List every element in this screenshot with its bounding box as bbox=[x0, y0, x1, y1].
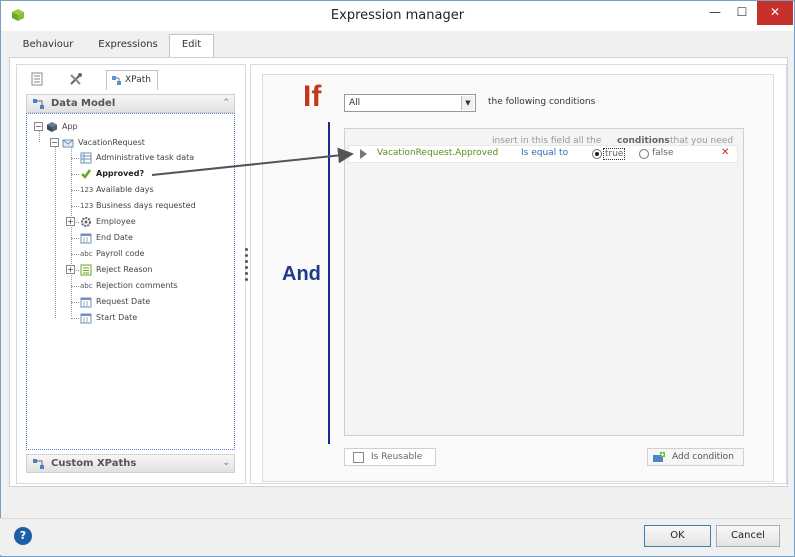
tree-item-label: Start Date bbox=[96, 313, 138, 322]
calendar-icon bbox=[80, 233, 92, 243]
tree-item-reject-reason[interactable]: Reject Reason bbox=[80, 263, 153, 277]
is-reusable-label: Is Reusable bbox=[371, 452, 423, 462]
dropdown-arrow-icon[interactable]: ▼ bbox=[461, 96, 474, 110]
tree-item-employee[interactable]: Employee bbox=[80, 215, 136, 229]
close-button[interactable]: ✕ bbox=[757, 1, 793, 25]
title-bar: Expression manager — ☐ ✕ bbox=[1, 1, 794, 31]
tree-item-rejection-comments[interactable]: abc Rejection comments bbox=[80, 279, 178, 293]
condition-operator[interactable]: Is equal to bbox=[521, 148, 568, 158]
add-condition-icon bbox=[653, 452, 665, 462]
remove-condition-icon[interactable]: ✕ bbox=[721, 147, 729, 158]
document-icon[interactable] bbox=[30, 70, 44, 88]
if-label: If bbox=[303, 80, 322, 113]
type-123-icon: 123 bbox=[80, 202, 94, 210]
tree-expander-vacationrequest[interactable]: − bbox=[50, 138, 59, 147]
minimize-button[interactable]: — bbox=[700, 1, 730, 25]
tree-item-label: Reject Reason bbox=[96, 265, 153, 274]
checkbox-box[interactable] bbox=[353, 452, 364, 463]
tree-expander-employee[interactable]: + bbox=[66, 217, 75, 226]
tree-item-label: Payroll code bbox=[96, 249, 145, 258]
tools-icon[interactable] bbox=[68, 70, 84, 88]
grid-icon bbox=[80, 152, 92, 163]
calendar-icon bbox=[80, 297, 92, 307]
tree-item-label: Administrative task data bbox=[96, 153, 195, 162]
tree-expander-app[interactable]: − bbox=[34, 122, 43, 131]
gear-icon bbox=[81, 216, 91, 227]
list-icon bbox=[80, 264, 92, 275]
cube-icon bbox=[47, 121, 57, 132]
tab-expressions[interactable]: Expressions bbox=[93, 35, 163, 57]
custom-xpaths-label: Custom XPaths bbox=[51, 458, 137, 469]
data-model-label: Data Model bbox=[51, 98, 116, 109]
condition-field[interactable]: VacationRequest.Approved bbox=[377, 148, 498, 158]
envelope-icon bbox=[62, 139, 74, 147]
tree-item-payroll-code[interactable]: abc Payroll code bbox=[80, 247, 144, 261]
tree-item-label: Request Date bbox=[96, 297, 151, 306]
xpath-tab-label: XPath bbox=[125, 75, 151, 85]
tree-item-administrative-task-data[interactable]: Administrative task data bbox=[80, 151, 194, 165]
collapse-chevron-icon[interactable]: ⌃ bbox=[222, 95, 230, 112]
tree-item-label: Business days requested bbox=[96, 201, 196, 210]
custom-xpaths-header[interactable]: Custom XPaths ⌄ bbox=[26, 454, 235, 473]
tree-expander-reject-reason[interactable]: + bbox=[66, 265, 75, 274]
tree-item-approved[interactable]: Approved? bbox=[80, 167, 144, 181]
tree-item-request-date[interactable]: Request Date bbox=[80, 295, 150, 309]
conditions-drop-area[interactable] bbox=[344, 128, 744, 436]
false-radio[interactable] bbox=[639, 149, 649, 159]
match-type-select[interactable]: All ▼ bbox=[344, 94, 476, 112]
tree-item-app[interactable]: App bbox=[46, 120, 78, 134]
data-model-header[interactable]: Data Model ⌃ bbox=[26, 94, 235, 113]
ok-button[interactable]: OK bbox=[644, 525, 711, 547]
type-123-icon: 123 bbox=[80, 186, 94, 194]
help-icon[interactable]: ? bbox=[14, 527, 32, 545]
tab-strip: Behaviour Expressions Edit bbox=[1, 31, 794, 58]
check-icon bbox=[81, 168, 92, 179]
true-radio[interactable] bbox=[592, 149, 602, 159]
condition-bracket-line bbox=[328, 122, 330, 444]
custom-xpath-icon bbox=[33, 459, 44, 469]
tree-item-business-days-requested[interactable]: 123 Business days requested bbox=[80, 199, 196, 213]
tree-item-label: Employee bbox=[96, 217, 136, 226]
calendar-icon bbox=[80, 313, 92, 323]
add-condition-label: Add condition bbox=[672, 452, 734, 462]
play-icon[interactable] bbox=[360, 149, 367, 159]
tree-item-label: End Date bbox=[96, 233, 133, 242]
maximize-button[interactable]: ☐ bbox=[727, 1, 757, 25]
window-title: Expression manager bbox=[330, 8, 465, 23]
tab-behaviour[interactable]: Behaviour bbox=[13, 35, 83, 57]
tree-item-label: Approved? bbox=[96, 169, 145, 178]
xpath-tab[interactable]: XPath bbox=[106, 70, 158, 90]
following-conditions-text: the following conditions bbox=[488, 97, 596, 107]
is-reusable-checkbox[interactable]: Is Reusable bbox=[344, 448, 436, 466]
tree-item-label: Available days bbox=[96, 185, 154, 194]
cancel-button[interactable]: Cancel bbox=[716, 525, 780, 547]
type-abc-icon: abc bbox=[80, 282, 93, 290]
data-model-icon bbox=[33, 99, 44, 109]
false-radio-label[interactable]: false bbox=[652, 148, 673, 158]
tree-item-vacationrequest[interactable]: VacationRequest bbox=[62, 136, 145, 150]
xpath-icon bbox=[112, 76, 121, 85]
tree-item-label: Rejection comments bbox=[96, 281, 178, 290]
match-type-value: All bbox=[349, 98, 361, 108]
tree-item-end-date[interactable]: End Date bbox=[80, 231, 133, 245]
tree-item-start-date[interactable]: Start Date bbox=[80, 311, 137, 325]
and-label: And bbox=[282, 263, 321, 285]
tree-item-available-days[interactable]: 123 Available days bbox=[80, 183, 154, 197]
expand-chevron-icon[interactable]: ⌄ bbox=[222, 455, 230, 472]
tab-edit[interactable]: Edit bbox=[169, 34, 214, 58]
add-condition-button[interactable]: Add condition bbox=[647, 448, 744, 466]
type-abc-icon: abc bbox=[80, 250, 93, 258]
true-radio-label[interactable]: true bbox=[603, 148, 626, 160]
